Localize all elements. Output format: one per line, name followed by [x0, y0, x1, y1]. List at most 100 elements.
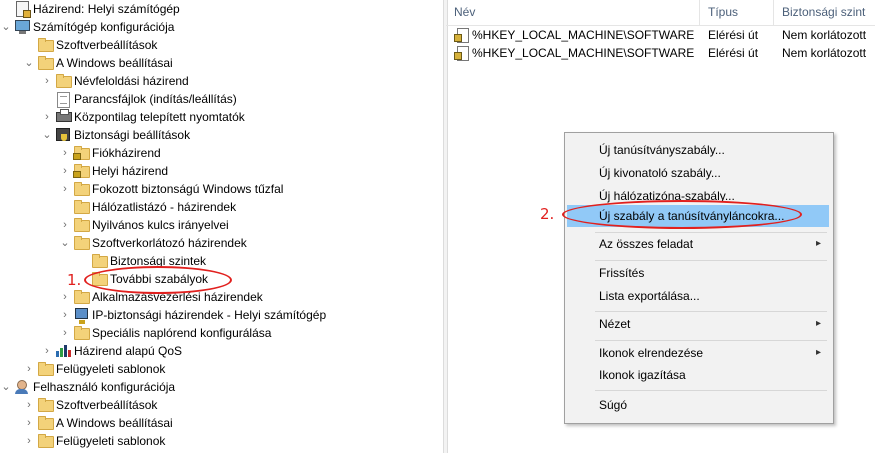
chevron-down-icon[interactable]: ⌄ — [0, 378, 12, 396]
user-icon — [14, 378, 30, 396]
menu-separator — [595, 260, 827, 261]
chevron-right-icon[interactable]: › — [59, 288, 71, 306]
submenu-arrow-icon: ▸ — [815, 347, 821, 358]
chevron-right-icon[interactable]: › — [23, 360, 35, 378]
menu-separator — [595, 311, 827, 312]
tree-item-windows-firewall[interactable]: › Fokozott biztonságú Windows tűzfal — [59, 180, 283, 198]
tree-item-label: Parancsfájlok (indítás/leállítás) — [74, 92, 237, 106]
chevron-right-icon[interactable]: › — [23, 396, 35, 414]
tree-item-name-resolution-policy[interactable]: › Névfeloldási házirend — [41, 72, 189, 90]
script-document-icon — [55, 90, 71, 108]
tree-item-user-configuration[interactable]: ⌄ Felhasználó konfigurációja — [0, 378, 175, 396]
tree-item-windows-settings[interactable]: ⌄ A Windows beállításai — [23, 54, 173, 72]
navigation-tree: Házirend: Helyi számítógép ⌄ Számítógép k… — [0, 0, 442, 453]
chevron-down-icon[interactable]: ⌄ — [59, 234, 71, 252]
column-header-name[interactable]: Név — [446, 0, 700, 25]
chevron-right-icon[interactable]: › — [23, 432, 35, 450]
tree-item-network-list-manager[interactable]: Hálózatlistázó - házirendek — [59, 198, 236, 216]
menu-item-line-up-icons[interactable]: Ikonok igazítása — [567, 364, 829, 386]
folder-icon — [73, 324, 90, 342]
tree-item-label: Felhasználó konfigurációja — [33, 380, 176, 394]
tree-item-label: Szoftverbeállítások — [56, 398, 158, 412]
tree-item-user-windows-settings[interactable]: › A Windows beállításai — [23, 414, 173, 432]
bar-chart-icon — [55, 342, 71, 360]
chevron-right-icon[interactable]: › — [59, 144, 71, 162]
tree-item-local-policies[interactable]: › Helyi házirend — [59, 162, 168, 180]
chevron-right-icon[interactable]: › — [41, 72, 53, 90]
folder-icon — [73, 234, 90, 252]
tree-item-ip-security[interactable]: › IP-biztonsági házirendek - Helyi számít… — [59, 306, 326, 324]
tree-item-label: A Windows beállításai — [56, 56, 173, 70]
list-header: Név Típus Biztonsági szint — [446, 0, 875, 26]
tree-item-label: Házirend alapú QoS — [74, 344, 183, 358]
locked-folder-icon — [73, 162, 90, 180]
path-rule-icon — [454, 46, 469, 61]
chevron-down-icon[interactable]: ⌄ — [23, 54, 35, 72]
pane-splitter[interactable] — [443, 0, 448, 453]
tree-item-label: Szoftverbeállítások — [56, 38, 158, 52]
tree-item-label: Biztonsági beállítások — [74, 128, 191, 142]
folder-icon — [91, 252, 108, 270]
rule-level: Nem korlátozott — [782, 28, 867, 42]
tree-item-advanced-audit[interactable]: › Speciális naplórend konfigurálása — [59, 324, 271, 342]
folder-icon — [37, 54, 54, 72]
tree-item-user-software-settings[interactable]: › Szoftverbeállítások — [23, 396, 157, 414]
chevron-right-icon[interactable]: › — [59, 324, 71, 342]
tree-item-account-policies[interactable]: › Fiókházirend — [59, 144, 161, 162]
tree-item-policy-qos[interactable]: › Házirend alapú QoS — [41, 342, 182, 360]
locked-folder-icon — [73, 144, 90, 162]
menu-item-refresh[interactable]: Frissítés — [567, 262, 829, 284]
tree-item-label: Nyilvános kulcs irányelvei — [92, 218, 229, 232]
tree-item-root-policy[interactable]: Házirend: Helyi számítógép — [0, 0, 180, 18]
menu-item-label: Az összes feladat — [599, 237, 694, 251]
column-header-type[interactable]: Típus — [700, 0, 774, 25]
printer-icon — [55, 108, 72, 126]
column-header-security-level[interactable]: Biztonsági szint — [774, 0, 875, 25]
menu-item-label: Nézet — [599, 317, 631, 331]
menu-item-view[interactable]: Nézet ▸ — [567, 313, 829, 335]
rule-type: Elérési út — [708, 46, 759, 60]
context-menu: Új tanúsítványszabály... Új kivonatoló s… — [564, 132, 834, 424]
folder-icon — [37, 36, 54, 54]
tree-item-admin-templates[interactable]: › Felügyeleti sablonok — [23, 360, 165, 378]
chevron-right-icon[interactable]: › — [59, 180, 71, 198]
network-computer-icon — [73, 306, 89, 324]
tree-item-label: Házirend: Helyi számítógép — [33, 2, 180, 16]
menu-item-new-hash-rule[interactable]: Új kivonatoló szabály... — [567, 162, 829, 184]
menu-item-arrange-icons[interactable]: Ikonok elrendezése ▸ — [567, 342, 829, 364]
tree-item-security-settings[interactable]: ⌄ Biztonsági beállítások — [41, 126, 190, 144]
folder-icon — [73, 180, 90, 198]
rule-name: %HKEY_LOCAL_MACHINE\SOFTWARE\... — [472, 46, 694, 60]
tree-item-scripts[interactable]: Parancsfájlok (indítás/leállítás) — [41, 90, 237, 108]
tree-item-computer-configuration[interactable]: ⌄ Számítógép konfigurációja — [0, 18, 174, 36]
chevron-right-icon[interactable]: › — [59, 306, 71, 324]
chevron-down-icon[interactable]: ⌄ — [41, 126, 53, 144]
list-row[interactable]: %HKEY_LOCAL_MACHINE\SOFTWARE\... Elérési… — [446, 44, 875, 62]
tree-item-user-admin-templates[interactable]: › Felügyeleti sablonok — [23, 432, 165, 450]
chevron-right-icon[interactable]: › — [59, 216, 71, 234]
menu-item-all-tasks[interactable]: Az összes feladat ▸ — [567, 233, 829, 255]
menu-item-help[interactable]: Súgó — [567, 394, 829, 416]
tree-item-deployed-printers[interactable]: › Központilag telepített nyomtatók — [41, 108, 245, 126]
rule-name: %HKEY_LOCAL_MACHINE\SOFTWARE\... — [472, 28, 694, 42]
folder-icon — [37, 360, 54, 378]
menu-item-new-certificate-rule[interactable]: Új tanúsítványszabály... — [567, 139, 829, 161]
chevron-right-icon[interactable]: › — [59, 162, 71, 180]
chevron-down-icon[interactable]: ⌄ — [0, 18, 12, 36]
menu-separator — [595, 390, 827, 391]
tree-item-software-settings[interactable]: Szoftverbeállítások — [23, 36, 157, 54]
chevron-right-icon[interactable]: › — [23, 414, 35, 432]
folder-icon — [73, 288, 90, 306]
submenu-arrow-icon: ▸ — [815, 318, 821, 329]
chevron-right-icon[interactable]: › — [41, 342, 53, 360]
tree-item-label: Szoftverkorlátozó házirendek — [92, 236, 247, 250]
list-row[interactable]: %HKEY_LOCAL_MACHINE\SOFTWARE\... Elérési… — [446, 26, 875, 44]
tree-item-label: Fiókházirend — [92, 146, 161, 160]
tree-item-software-restriction[interactable]: ⌄ Szoftverkorlátozó házirendek — [59, 234, 247, 252]
tree-item-label: Felügyeleti sablonok — [56, 362, 166, 376]
folder-icon — [37, 396, 54, 414]
chevron-right-icon[interactable]: › — [41, 108, 53, 126]
tree-item-public-key-policies[interactable]: › Nyilvános kulcs irányelvei — [59, 216, 229, 234]
folder-icon — [73, 216, 90, 234]
menu-item-export-list[interactable]: Lista exportálása... — [567, 285, 829, 307]
